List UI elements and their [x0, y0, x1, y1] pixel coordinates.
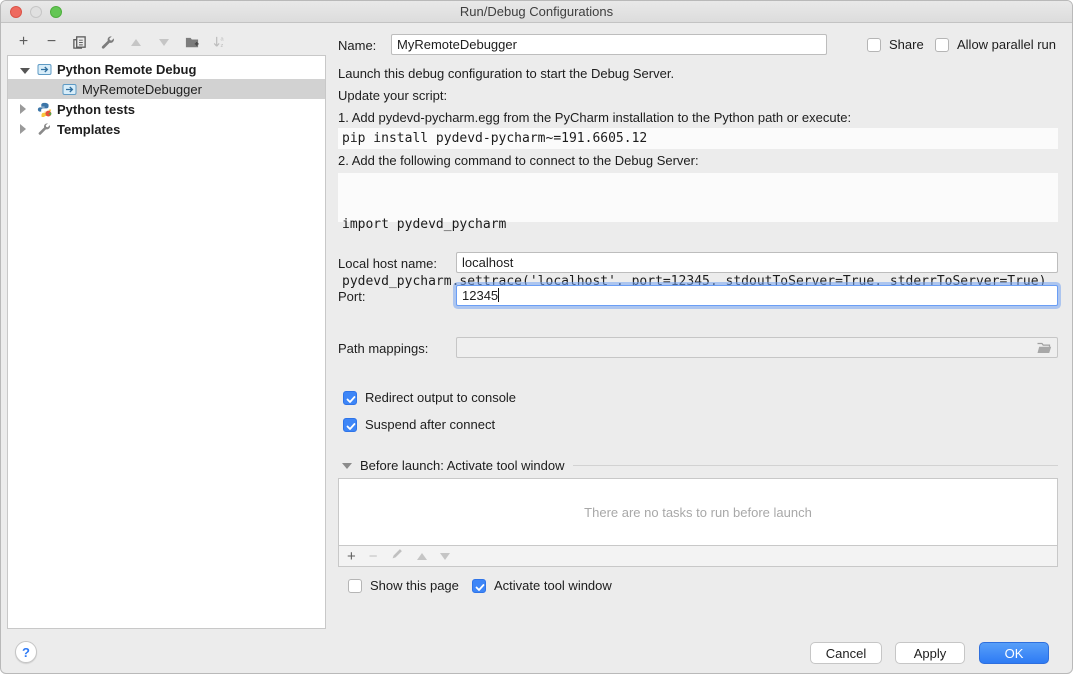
redirect-output-checkbox[interactable]: [343, 391, 357, 405]
move-task-down-icon[interactable]: [440, 553, 450, 560]
redirect-output-label: Redirect output to console: [365, 390, 516, 405]
apply-button[interactable]: Apply: [895, 642, 965, 664]
collapse-arrow-icon[interactable]: [20, 102, 30, 117]
before-launch-title: Before launch: Activate tool window: [360, 458, 565, 473]
tree-item-myremotedebugger[interactable]: MyRemoteDebugger: [8, 79, 325, 99]
code-line-1: import pydevd_pycharm: [342, 215, 1058, 234]
add-icon[interactable]: +: [15, 34, 32, 51]
suspend-after-connect-row: Suspend after connect: [343, 417, 495, 432]
collapse-arrow-icon[interactable]: [20, 122, 30, 137]
pip-command-code[interactable]: pip install pydevd-pycharm~=191.6605.12: [338, 128, 1058, 149]
new-folder-icon[interactable]: [183, 34, 200, 51]
run-debug-configurations-dialog: Run/Debug Configurations + − az Python R…: [0, 0, 1073, 674]
suspend-after-connect-checkbox[interactable]: [343, 418, 357, 432]
activate-tool-window-checkbox[interactable]: [472, 579, 486, 593]
edit-task-pencil-icon[interactable]: [391, 547, 404, 565]
tree-item-label: Templates: [57, 122, 120, 137]
show-this-page-label: Show this page: [370, 578, 459, 593]
expand-arrow-icon[interactable]: [20, 62, 30, 77]
suspend-after-connect-label: Suspend after connect: [365, 417, 495, 432]
instruction-step-2: 2. Add the following command to connect …: [338, 153, 699, 168]
name-input[interactable]: [391, 34, 827, 55]
port-label: Port:: [338, 289, 365, 304]
tree-item-python-remote-debug[interactable]: Python Remote Debug: [8, 59, 325, 79]
move-up-icon[interactable]: [127, 34, 144, 51]
move-down-icon[interactable]: [155, 34, 172, 51]
share-label: Share: [889, 37, 924, 52]
activate-tool-window-row: Activate tool window: [472, 578, 612, 593]
sidebar-toolbar: + − az: [15, 32, 228, 52]
help-button[interactable]: ?: [15, 641, 37, 663]
tree-item-label: MyRemoteDebugger: [82, 82, 202, 97]
share-checkbox[interactable]: [867, 38, 881, 52]
settrace-code-block[interactable]: import pydevd_pycharm pydevd_pycharm.set…: [338, 173, 1058, 222]
copy-icon[interactable]: [71, 34, 88, 51]
path-mappings-label: Path mappings:: [338, 341, 428, 356]
remove-task-icon[interactable]: −: [369, 549, 378, 564]
ok-button[interactable]: OK: [979, 642, 1049, 664]
wrench-icon: [36, 122, 52, 136]
local-host-name-input[interactable]: [456, 252, 1058, 273]
configurations-tree: Python Remote Debug MyRemoteDebugger Pyt…: [7, 55, 326, 629]
show-this-page-row: Show this page: [348, 578, 459, 593]
allow-parallel-run-label: Allow parallel run: [957, 37, 1056, 52]
move-task-up-icon[interactable]: [417, 553, 427, 560]
task-list-toolbar: + −: [338, 546, 1058, 567]
window-title: Run/Debug Configurations: [1, 4, 1072, 19]
instruction-line-2: Update your script:: [338, 88, 447, 103]
remove-icon[interactable]: −: [43, 34, 60, 51]
instruction-step-1: 1. Add pydevd-pycharm.egg from the PyCha…: [338, 110, 851, 125]
tree-item-templates[interactable]: Templates: [8, 119, 325, 139]
svg-text:z: z: [220, 43, 223, 49]
show-this-page-checkbox[interactable]: [348, 579, 362, 593]
tree-item-python-tests[interactable]: Python tests: [8, 99, 325, 119]
path-mappings-input[interactable]: [456, 337, 1058, 358]
folder-open-icon[interactable]: [1036, 341, 1052, 358]
edit-templates-wrench-icon[interactable]: [99, 34, 116, 51]
name-label: Name:: [338, 38, 376, 53]
allow-parallel-checkbox-row: Allow parallel run: [935, 37, 1056, 52]
remote-debug-icon: [61, 82, 77, 96]
activate-tool-window-label: Activate tool window: [494, 578, 612, 593]
svg-text:a: a: [220, 36, 224, 42]
tree-item-label: Python Remote Debug: [57, 62, 196, 77]
port-input[interactable]: 12345: [456, 285, 1058, 306]
cancel-button[interactable]: Cancel: [810, 642, 882, 664]
section-collapse-icon[interactable]: [342, 463, 352, 469]
python-icon: [36, 102, 52, 116]
tree-item-label: Python tests: [57, 102, 135, 117]
remote-debug-icon: [36, 62, 52, 76]
instruction-line-1: Launch this debug configuration to start…: [338, 66, 674, 81]
titlebar[interactable]: Run/Debug Configurations: [1, 1, 1072, 23]
share-checkbox-row: Share: [867, 37, 924, 52]
empty-task-list-text: There are no tasks to run before launch: [584, 505, 812, 520]
before-launch-section-header[interactable]: Before launch: Activate tool window: [342, 458, 1058, 473]
redirect-output-row: Redirect output to console: [343, 390, 516, 405]
add-task-icon[interactable]: +: [347, 549, 356, 564]
allow-parallel-run-checkbox[interactable]: [935, 38, 949, 52]
sort-alphabetically-icon[interactable]: az: [211, 34, 228, 51]
text-caret: [498, 288, 499, 302]
before-launch-task-list[interactable]: There are no tasks to run before launch: [338, 478, 1058, 546]
local-host-name-label: Local host name:: [338, 256, 437, 271]
